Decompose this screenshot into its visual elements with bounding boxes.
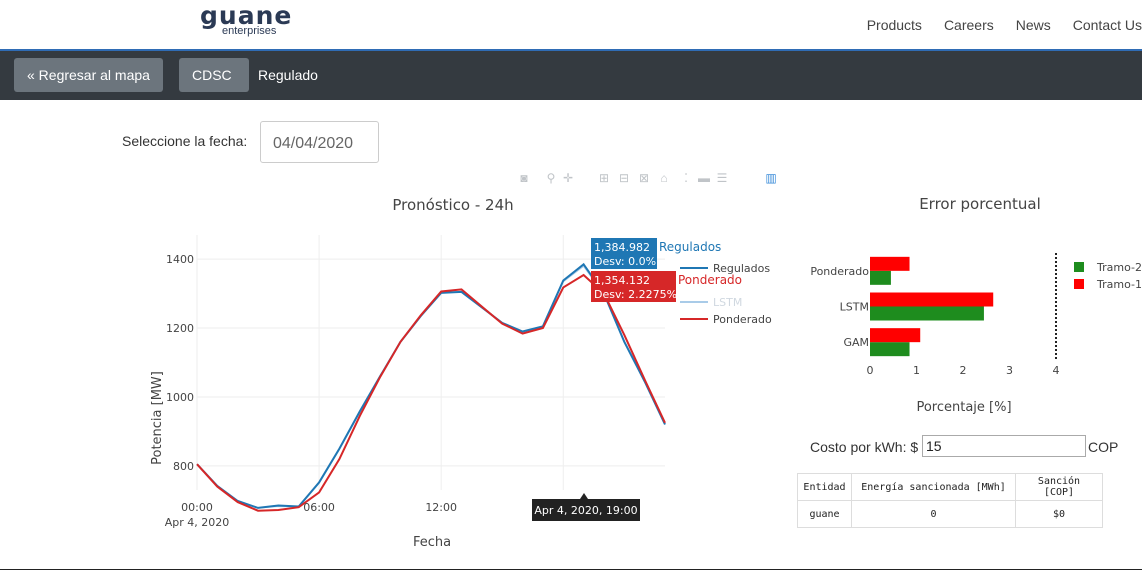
spike-lines-icon[interactable]: ⁚ [679,171,693,185]
error-x-ticks: 0 1 2 3 4 [867,364,1060,377]
bar-gam-tramo-1[interactable] [870,328,921,343]
tooltip-regulados-desv: Desv: 0.0% [594,255,656,268]
x-tick-label: 0 [867,364,874,377]
forecast-y-axis-label: Potencia [MW] [150,371,165,465]
date-label: Seleccione la fecha: [122,133,248,149]
legend-label-lstm[interactable]: LSTM [713,296,742,309]
table-cell-entidad: guane [797,500,852,528]
zoom-icon[interactable]: ⚲ [544,171,558,185]
series-line-ponderado [196,273,666,512]
x-tick-label: 06:00 [303,501,335,514]
x-tick-label: 12:00 [425,501,457,514]
hover-tooltip-regulados: 1,384.982 Desv: 0.0% Regulados [591,238,721,269]
page-toolbar: « Regresar al mapa CDSC ▼ Regulado [0,51,1142,116]
tooltip-regulados-value: 1,384.982 [594,241,650,254]
x-hover-label: Apr 4, 2020, 19:00 [532,493,640,521]
legend-label-tramo1[interactable]: Tramo-1 [1096,278,1142,291]
nav-link-contact[interactable]: Contact Us [1073,17,1142,33]
cost-input[interactable]: 15 [922,435,1086,457]
y-tick-label: 1000 [166,391,194,404]
error-bars [870,256,994,357]
pan-icon[interactable]: ✛ [561,171,575,185]
forecast-y-ticks: 800 1000 1200 1400 [166,253,194,473]
cdsc-dropdown-label: CDSC [192,67,232,83]
cost-unit: COP [1088,439,1119,455]
home-icon[interactable]: ⌂ [657,171,671,185]
bar-lstm-tramo-2[interactable] [870,306,984,321]
hover-compare-icon[interactable]: ☰ [715,171,729,185]
back-to-map-button[interactable]: « Regresar al mapa [14,58,163,92]
table-header-sancion: Sanción [COP] [1015,473,1103,501]
forecast-legend: Regulados LSTM Ponderado [680,262,772,326]
forecast-x-ticks: 00:0006:0012:0018:00Apr 4, 2020 [165,501,579,529]
caret-down-icon: ▼ [195,106,204,116]
plotly-logo-icon[interactable]: ▥ [764,171,778,185]
legend-swatch-tramo1 [1074,279,1084,289]
x-tick-label: 4 [1053,364,1060,377]
y-tick-label: 1400 [166,253,194,266]
x-tick-label: 2 [960,364,967,377]
tooltip-ponderado-desv: Desv: 2.2275% [594,288,677,301]
x-tick-label: 1 [913,364,920,377]
top-navbar: guane enterprises Products Careers News Con… [0,0,1142,51]
nav-link-products[interactable]: Products [867,17,922,33]
error-x-axis-label: Porcentaje [%] [916,400,1011,415]
x-tick-label: 3 [1006,364,1013,377]
table-header-energia: Energía sancionada [MWh] [851,473,1016,501]
y-tick-label: 1200 [166,322,194,335]
category-label: LSTM [840,301,869,314]
y-tick-label: 800 [173,460,194,473]
brand-subtitle: enterprises [222,25,277,37]
error-chart-title: Error porcentual [919,195,1041,213]
forecast-chart-title: Pronóstico - 24h [392,196,513,214]
entity-table: Entidad Energía sancionada [MWh] Sanción… [797,473,1103,528]
table-header-row: Entidad Energía sancionada [MWh] Sanción… [797,473,1103,501]
table-cell-sancion: $0 [1015,500,1103,528]
nav-link-careers[interactable]: Careers [944,17,994,33]
legend-label-tramo2[interactable]: Tramo-2 [1096,261,1142,274]
x-tick-label: 00:00 [181,501,213,514]
category-label: Ponderado [810,265,869,278]
bar-ponderado-tramo-1[interactable] [870,256,910,271]
table-row: guane 0 $0 [797,500,1103,528]
legend-swatch-tramo2 [1074,262,1084,272]
forecast-x-axis-label: Fecha [413,535,451,550]
table-header-entidad: Entidad [797,473,852,501]
error-legend: Tramo-2 Tramo-1 [1074,261,1142,291]
cdsc-dropdown[interactable]: CDSC ▼ [179,58,249,116]
error-chart[interactable]: Error porcentual GAMLSTMPonderado 01234 … [800,190,1142,420]
x-hover-label-text: Apr 4, 2020, 19:00 [534,504,637,517]
table-cell-energia: 0 [851,500,1016,528]
category-label: GAM [843,336,869,349]
section-label: Regulado [258,67,318,83]
footer-divider [0,569,1142,570]
nav-links: Products Careers News Contact Us [845,17,1142,33]
bar-lstm-tramo-1[interactable] [870,292,994,307]
autoscale-icon[interactable]: ⊠ [637,171,651,185]
cost-label: Costo por kWh: $ [810,439,919,455]
bar-gam-tramo-2[interactable] [870,342,910,357]
bar-ponderado-tramo-2[interactable] [870,270,891,285]
zoom-in-icon[interactable]: ⊞ [597,171,611,185]
date-input[interactable]: 04/04/2020 [260,121,379,163]
legend-label-ponderado[interactable]: Ponderado [713,313,772,326]
tooltip-ponderado-label: Ponderado [678,273,742,287]
error-category-labels: GAM LSTM Ponderado [810,265,869,349]
camera-icon[interactable]: ◙ [517,171,531,185]
x-tick-sublabel: Apr 4, 2020 [165,516,230,529]
zoom-out-icon[interactable]: ⊟ [617,171,631,185]
tooltip-regulados-label: Regulados [659,240,721,254]
brand-logo[interactable]: guane enterprises [200,3,292,37]
tooltip-ponderado-value: 1,354.132 [594,274,650,287]
forecast-chart[interactable]: Pronóstico - 24h 800 1000 1200 1400 00:00 06… [140,190,800,560]
hover-closest-icon[interactable]: ▬ [697,171,711,185]
nav-link-news[interactable]: News [1016,17,1051,33]
